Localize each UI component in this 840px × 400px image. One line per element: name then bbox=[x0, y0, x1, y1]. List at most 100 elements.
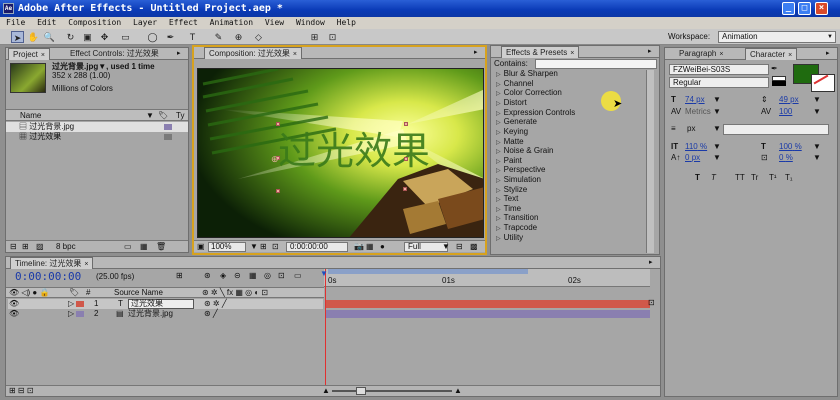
snapshot-icon[interactable]: 📷 bbox=[354, 242, 364, 252]
hand-tool-icon[interactable]: ✋ bbox=[27, 31, 40, 43]
type-tool-icon[interactable]: T bbox=[186, 31, 199, 43]
dropdown-arrow-icon[interactable]: ▼ bbox=[813, 142, 821, 152]
tracking-value[interactable]: 100 bbox=[779, 107, 792, 117]
text-handle[interactable] bbox=[276, 189, 280, 193]
dropdown-arrow-icon[interactable]: ▼ bbox=[713, 124, 721, 134]
kerning-value[interactable]: Metrics bbox=[685, 107, 711, 117]
label-color[interactable] bbox=[76, 301, 84, 307]
comp-button-icon[interactable]: ⊡ bbox=[648, 298, 655, 307]
close-icon[interactable]: × bbox=[570, 50, 574, 57]
text-handle[interactable] bbox=[404, 157, 408, 161]
vertical-scale-value[interactable]: 110 % bbox=[685, 142, 707, 152]
column-number[interactable]: # bbox=[86, 288, 90, 298]
expand-arrow-icon[interactable]: ▷ bbox=[68, 299, 74, 309]
layer-duration-bar[interactable] bbox=[326, 310, 650, 318]
zoom-slider-track[interactable] bbox=[332, 390, 452, 392]
layer-name[interactable]: 过光背景.jpg bbox=[128, 309, 173, 319]
text-handle[interactable] bbox=[404, 122, 408, 126]
current-time-field[interactable]: 0:00:00:00 bbox=[286, 242, 348, 252]
region-of-interest-icon[interactable]: ⊟ bbox=[456, 242, 463, 252]
safe-zones-icon[interactable]: ⊞ bbox=[260, 242, 267, 252]
av-features-icon[interactable]: 👁 ◁) ● 🔒 bbox=[9, 288, 49, 298]
transparency-grid-icon[interactable]: ▩ bbox=[470, 242, 478, 252]
tab-composition[interactable]: Composition: 过光效果 × bbox=[204, 47, 303, 59]
pen-tool-icon[interactable]: ✒ bbox=[164, 31, 177, 43]
list-item[interactable]: Distort bbox=[496, 98, 527, 108]
subscript-button[interactable]: T₁ bbox=[785, 173, 793, 183]
layer-name[interactable]: 过光效果 bbox=[128, 299, 194, 309]
visibility-icon[interactable]: 👁 bbox=[9, 309, 19, 319]
motion-blur-icon[interactable]: ◎ bbox=[264, 271, 271, 281]
list-item[interactable]: Blur & Sharpen bbox=[496, 69, 558, 79]
eraser-tool-icon[interactable]: ◇ bbox=[252, 31, 265, 43]
playhead-icon[interactable]: ▼ bbox=[320, 269, 328, 278]
label-color[interactable] bbox=[76, 311, 84, 317]
column-type[interactable]: Ty bbox=[176, 111, 184, 121]
stroke-width-unit[interactable]: px bbox=[687, 124, 695, 134]
list-item[interactable]: Simulation bbox=[496, 175, 541, 185]
font-size-value[interactable]: 74 px bbox=[685, 95, 705, 105]
effects-scrollbar[interactable] bbox=[646, 70, 654, 253]
font-style-select[interactable]: Regular bbox=[669, 77, 769, 88]
graph-editor-icon[interactable]: ⊡ bbox=[278, 271, 285, 281]
panel-menu-icon[interactable]: ▸ bbox=[826, 50, 834, 58]
panel-menu-icon[interactable]: ▸ bbox=[648, 48, 656, 56]
frame-blending-icon[interactable]: ▦ bbox=[249, 271, 257, 281]
dropdown-arrow-icon[interactable]: ▼ bbox=[813, 95, 821, 105]
horizontal-scale-value[interactable]: 100 % bbox=[779, 142, 802, 152]
new-comp-icon[interactable]: ▦ bbox=[140, 242, 148, 252]
show-snapshot-icon[interactable]: ▦ bbox=[366, 242, 374, 252]
table-row[interactable]: 👁 ▷ 2 ▤ 过光背景.jpg ⊛ ╱ bbox=[8, 309, 323, 319]
new-folder-icon[interactable]: ▭ bbox=[124, 242, 132, 252]
stroke-color-swatch[interactable] bbox=[811, 74, 835, 92]
small-caps-button[interactable]: Tr bbox=[751, 173, 758, 183]
all-caps-button[interactable]: TT bbox=[735, 173, 745, 183]
baseline-shift-value[interactable]: 0 px bbox=[685, 153, 700, 163]
tab-paragraph[interactable]: Paragraph × bbox=[675, 48, 727, 60]
label-column-icon[interactable]: 🏷 bbox=[158, 111, 168, 121]
list-item[interactable]: Trapcode bbox=[496, 223, 538, 233]
zoom-tool-icon[interactable]: 🔍 bbox=[43, 31, 56, 43]
menu-effect[interactable]: Effect bbox=[169, 18, 198, 27]
list-item[interactable]: Noise & Grain bbox=[496, 146, 554, 156]
text-handle[interactable] bbox=[403, 187, 407, 191]
superscript-button[interactable]: T¹ bbox=[769, 173, 777, 183]
current-time-indicator[interactable] bbox=[325, 269, 326, 387]
dropdown-arrow-icon[interactable]: ▼ bbox=[713, 142, 721, 152]
effects-search-input[interactable] bbox=[535, 59, 657, 69]
leading-value[interactable]: 49 px bbox=[779, 95, 799, 105]
menu-view[interactable]: View bbox=[265, 18, 284, 27]
bpc-label[interactable]: 8 bpc bbox=[56, 242, 76, 252]
flowchart-icon[interactable]: ⊞ bbox=[22, 242, 29, 252]
faux-italic-button[interactable]: T bbox=[711, 173, 716, 183]
faux-bold-button[interactable]: T bbox=[695, 173, 700, 183]
minimize-button[interactable]: _ bbox=[782, 2, 795, 15]
time-ruler[interactable]: 0s 01s 02s bbox=[324, 269, 650, 287]
comp-flowchart-icon[interactable]: ⊞ bbox=[176, 271, 183, 281]
column-name[interactable]: Name bbox=[20, 111, 41, 121]
column-source-name[interactable]: Source Name bbox=[114, 288, 163, 298]
close-icon[interactable]: × bbox=[293, 51, 297, 58]
menu-window[interactable]: Window bbox=[296, 18, 325, 27]
sort-icon[interactable]: ▼ bbox=[146, 111, 154, 121]
maximize-button[interactable]: □ bbox=[798, 2, 811, 15]
menu-composition[interactable]: Composition bbox=[68, 18, 121, 27]
menu-help[interactable]: Help bbox=[337, 18, 356, 27]
mask-tool-icon[interactable]: ▭ bbox=[119, 31, 132, 43]
dropdown-arrow-icon[interactable]: ▼ bbox=[442, 242, 450, 252]
stroke-style-select[interactable] bbox=[723, 124, 829, 135]
list-item[interactable]: Text bbox=[496, 194, 519, 204]
menu-layer[interactable]: Layer bbox=[133, 18, 157, 27]
list-item[interactable]: Keying bbox=[496, 127, 528, 137]
tsume-value[interactable]: 0 % bbox=[779, 153, 793, 163]
list-item[interactable]: Color Correction bbox=[496, 88, 562, 98]
ellipse-tool-icon[interactable]: ◯ bbox=[146, 31, 159, 43]
color-channel-icon[interactable]: ● bbox=[380, 242, 385, 252]
list-item[interactable]: Transition bbox=[496, 213, 539, 223]
panel-menu-icon[interactable]: ▸ bbox=[474, 49, 482, 57]
monitor-icon[interactable]: ▣ bbox=[197, 242, 205, 252]
selection-tool-icon[interactable]: ➤ bbox=[11, 31, 24, 43]
layer-switches-icon[interactable]: ⊛ ╱ bbox=[204, 309, 218, 319]
timeline-current-time[interactable]: 0:00:00:00 bbox=[15, 271, 81, 283]
dropdown-arrow-icon[interactable]: ▼ bbox=[713, 107, 721, 117]
